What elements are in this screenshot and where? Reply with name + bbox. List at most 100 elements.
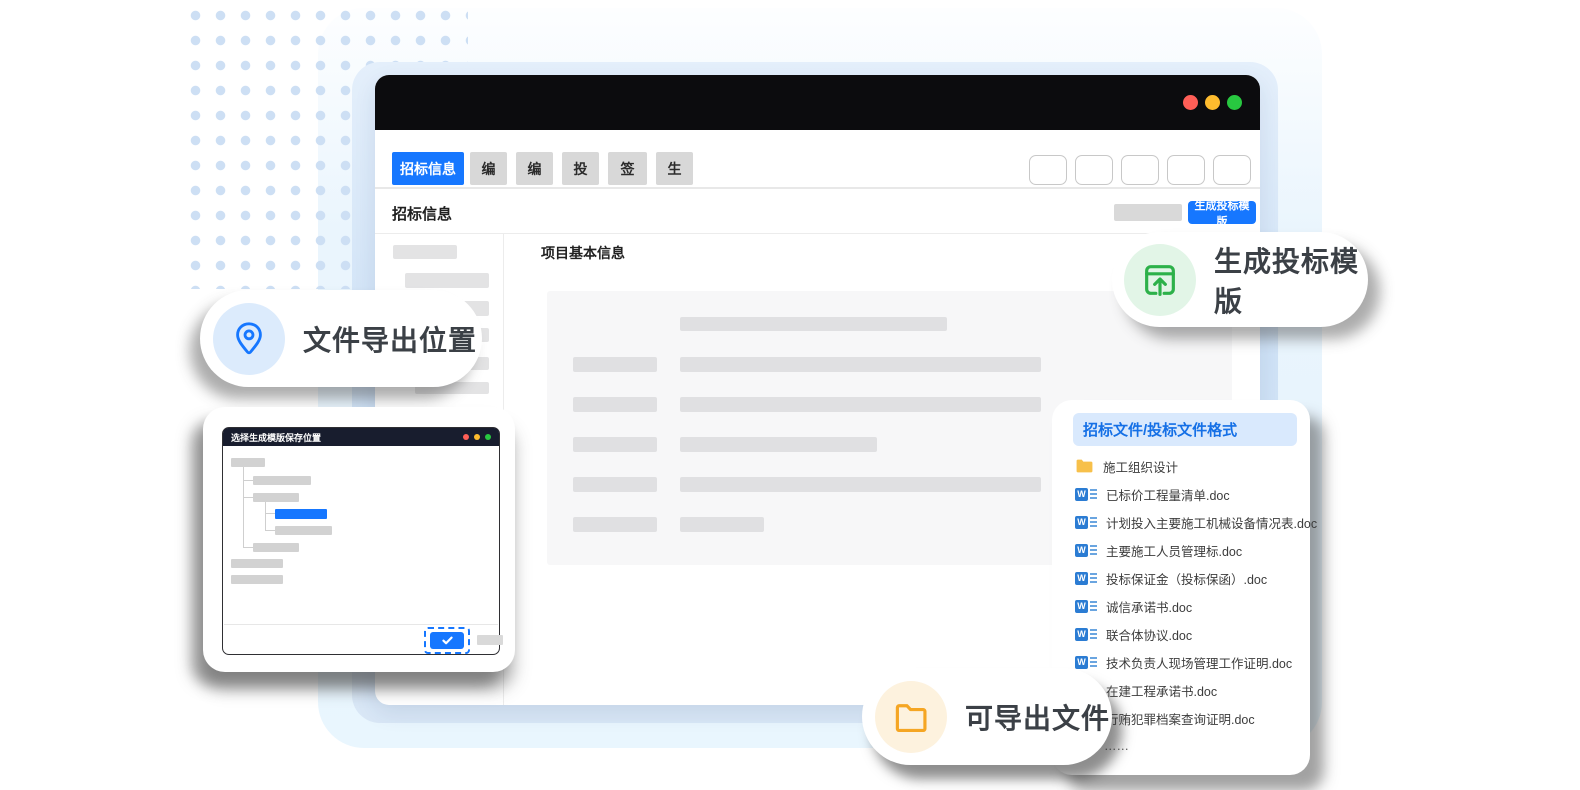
tree-node-selected[interactable] <box>275 509 327 519</box>
sidebar-skeleton-1 <box>393 245 457 259</box>
file-item-label: 主要施工人员管理标.doc <box>1106 541 1242 560</box>
word-doc-icon: W <box>1075 600 1097 613</box>
dialog-titlebar: 选择生成模版保存位置 <box>223 428 499 446</box>
file-item[interactable]: W 已标价工程量清单.doc <box>1052 480 1310 508</box>
traffic-lights <box>1170 75 1250 130</box>
header-placeholder <box>1114 204 1182 221</box>
sidebar-skeleton-2 <box>405 273 489 288</box>
file-item-label: …… <box>1104 739 1129 753</box>
dialog-card: 选择生成模版保存位置 <box>203 407 515 672</box>
file-format-panel-title: 招标文件/投标文件格式 <box>1073 413 1297 446</box>
callout-generate-template: 生成投标模版 <box>1112 232 1368 327</box>
toolbar-button-2[interactable] <box>1075 155 1113 185</box>
callout-label: 生成投标模版 <box>1214 240 1368 320</box>
file-item-label: 投标保证金（投标保函）.doc <box>1106 569 1267 588</box>
callout-label: 可导出文件 <box>965 697 1110 737</box>
callout-icon-circle <box>1124 244 1196 316</box>
tab-bid-info[interactable]: 招标信息 <box>392 152 464 185</box>
location-pin-icon <box>230 320 268 358</box>
toolbar-button-1[interactable] <box>1029 155 1067 185</box>
word-doc-icon: W <box>1075 516 1097 529</box>
form-skeleton-value <box>680 397 1041 412</box>
tree-connector <box>265 530 275 531</box>
word-doc-icon: W <box>1075 628 1097 641</box>
form-skeleton-value <box>680 317 947 331</box>
callout-exportable-files: 可导出文件 <box>862 668 1112 765</box>
form-skeleton-value <box>680 517 764 532</box>
generate-template-button[interactable]: 生成投标模版 <box>1188 201 1256 224</box>
section-title: 项目基本信息 <box>541 243 625 263</box>
file-item[interactable]: W 主要施工人员管理标.doc <box>1052 536 1310 564</box>
callout-icon-circle <box>875 681 947 753</box>
dialog-minimize-button[interactable] <box>474 434 480 440</box>
tree-node[interactable] <box>253 476 311 485</box>
page-title: 招标信息 <box>392 203 452 224</box>
file-item-label: 施工组织设计 <box>1103 457 1178 476</box>
folder-outline-icon <box>892 698 930 736</box>
cancel-button-placeholder[interactable] <box>477 635 503 645</box>
callout-export-location: 文件导出位置 <box>200 290 482 387</box>
form-skeleton-label <box>573 437 657 452</box>
tree-connector <box>265 502 266 530</box>
tree-node[interactable] <box>231 575 283 584</box>
form-skeleton-value <box>680 477 1041 492</box>
tree-connector <box>265 513 275 514</box>
tree-node[interactable] <box>253 493 299 502</box>
toolbar-button-3[interactable] <box>1121 155 1159 185</box>
check-icon <box>442 636 453 645</box>
tab-3[interactable]: 编 <box>516 152 553 185</box>
file-item[interactable]: W 计划投入主要施工机械设备情况表.doc <box>1052 508 1310 536</box>
form-skeleton-label <box>573 477 657 492</box>
dialog-title: 选择生成模版保存位置 <box>231 431 321 444</box>
tree-node[interactable] <box>275 526 332 535</box>
tree-connector <box>243 547 253 548</box>
form-skeleton-value <box>680 357 1041 372</box>
tree-root-node[interactable] <box>231 458 265 467</box>
toolbar-button-5[interactable] <box>1213 155 1251 185</box>
file-item-label: 已标价工程量清单.doc <box>1106 485 1230 504</box>
tree-node[interactable] <box>253 543 299 552</box>
dialog-zoom-button[interactable] <box>485 434 491 440</box>
file-item-folder[interactable]: 施工组织设计 <box>1052 452 1310 480</box>
tree-node[interactable] <box>231 559 283 568</box>
word-doc-icon: W <box>1075 488 1097 501</box>
tab-4[interactable]: 投 <box>562 152 599 185</box>
file-item-label: 计划投入主要施工机械设备情况表.doc <box>1106 513 1317 532</box>
header-divider <box>375 233 1260 234</box>
file-item[interactable]: W 诚信承诺书.doc <box>1052 592 1310 620</box>
file-item-label: 技术负责人现场管理工作证明.doc <box>1106 653 1292 672</box>
form-skeleton-label <box>573 397 657 412</box>
window-titlebar <box>375 75 1260 130</box>
save-location-dialog: 选择生成模版保存位置 <box>222 427 500 655</box>
toolbar-button-4[interactable] <box>1167 155 1205 185</box>
dialog-footer-divider <box>224 624 498 625</box>
file-item[interactable]: W 技术负责人现场管理工作证明.doc <box>1052 648 1310 676</box>
word-doc-icon: W <box>1075 544 1097 557</box>
tabbar-divider <box>375 187 1260 189</box>
callout-label: 文件导出位置 <box>303 319 477 359</box>
folder-icon <box>1075 458 1094 474</box>
tree-connector <box>243 497 253 498</box>
file-item-label: 联合体协议.doc <box>1106 625 1192 644</box>
zoom-button[interactable] <box>1227 95 1242 110</box>
minimize-button[interactable] <box>1205 95 1220 110</box>
callout-icon-circle <box>213 303 285 375</box>
form-skeleton-label <box>573 517 657 532</box>
close-button[interactable] <box>1183 95 1198 110</box>
dialog-close-button[interactable] <box>463 434 469 440</box>
page: 招标信息 编 编 投 签 生 招标信息 生成投标模版 项目基本信息 <box>0 0 1580 790</box>
tab-2[interactable]: 编 <box>470 152 507 185</box>
word-doc-icon: W <box>1075 656 1097 669</box>
file-item-label: 在建工程承诺书.doc <box>1106 681 1217 700</box>
tab-5[interactable]: 签 <box>608 152 647 185</box>
file-item[interactable]: W 联合体协议.doc <box>1052 620 1310 648</box>
file-item[interactable]: W 投标保证金（投标保函）.doc <box>1052 564 1310 592</box>
template-export-icon <box>1140 260 1180 300</box>
file-item-label: 诚信承诺书.doc <box>1106 597 1192 616</box>
word-doc-icon: W <box>1075 572 1097 585</box>
tab-6[interactable]: 生 <box>656 152 693 185</box>
file-item-label: 行贿犯罪档案查询证明.doc <box>1106 709 1255 728</box>
tree-connector <box>243 480 253 481</box>
form-skeleton-label <box>573 357 657 372</box>
confirm-button[interactable] <box>430 632 464 649</box>
